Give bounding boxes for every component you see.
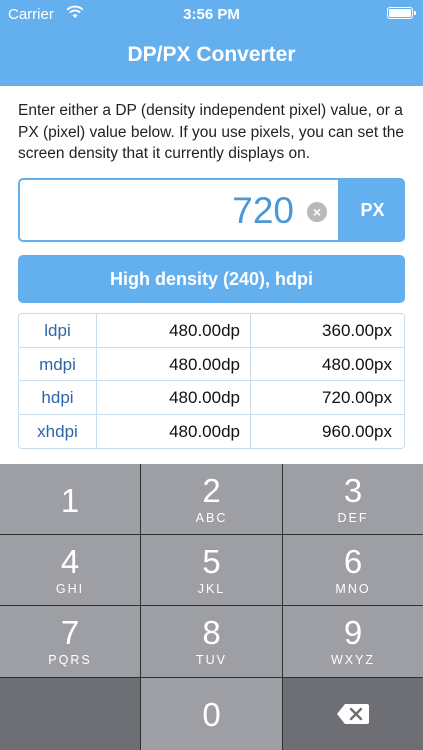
key-4[interactable]: 4 GHI: [0, 535, 140, 605]
row-px-value: 960.00px: [322, 421, 392, 441]
key-letters: JKL: [197, 582, 226, 596]
key-8[interactable]: 8 TUV: [141, 606, 282, 677]
key-digit: 4: [60, 543, 80, 580]
key-6[interactable]: 6 MNO: [283, 535, 423, 605]
row-density-name: mdpi: [19, 347, 97, 380]
key-2[interactable]: 2 ABC: [141, 464, 282, 534]
key-digit: 3: [343, 472, 363, 509]
conversion-table: ldpi 480.00dp 360.00px mdpi 480.00dp 480…: [18, 313, 405, 449]
key-blank: [0, 678, 140, 750]
nav-bar: Carrier 3:56 PM DP/PX Converter: [0, 0, 423, 86]
row-px-value: 480.00px: [322, 354, 392, 374]
key-digit: 2: [202, 472, 221, 509]
key-digit: 5: [202, 543, 221, 580]
row-density-name: hdpi: [19, 381, 97, 414]
key-letters: MNO: [335, 582, 371, 596]
value-input[interactable]: 720 ×: [18, 178, 340, 242]
status-time: 3:56 PM: [183, 6, 240, 23]
page-title: DP/PX Converter: [127, 43, 296, 66]
value-input-row: 720 × PX: [18, 178, 405, 242]
status-bar: Carrier 3:56 PM: [0, 0, 423, 28]
row-px-value: 360.00px: [322, 321, 392, 340]
key-digit: 1: [60, 482, 80, 519]
delete-key[interactable]: [283, 678, 423, 750]
numeric-keypad: 1 2 ABC 3 DEF 4 GHI 5 JKL 6 MNO 7 PQRS 8…: [0, 464, 423, 750]
key-letters: WXYZ: [330, 653, 376, 667]
key-letters: DEF: [337, 511, 369, 525]
key-9[interactable]: 9 WXYZ: [283, 606, 423, 677]
key-5[interactable]: 5 JKL: [141, 535, 282, 605]
row-dp-value: 480.00dp: [97, 314, 251, 347]
table-row: hdpi 480.00dp 720.00px: [19, 381, 404, 415]
instructions-text: Enter either a DP (density independent p…: [18, 102, 404, 162]
key-digit: 8: [202, 614, 221, 651]
row-dp-value: 480.00dp: [97, 381, 251, 414]
key-letters: GHI: [55, 582, 85, 596]
row-px-value: 720.00px: [322, 388, 392, 407]
key-digit: 9: [343, 614, 363, 651]
unit-toggle-button[interactable]: PX: [340, 178, 405, 242]
key-1[interactable]: 1: [0, 464, 140, 534]
key-letters: TUV: [196, 653, 227, 667]
battery-icon: [387, 7, 416, 19]
input-value: 720: [232, 190, 294, 231]
clear-icon[interactable]: ×: [307, 202, 327, 222]
row-dp-value: 480.00dp: [97, 347, 251, 380]
key-digit: 7: [60, 614, 80, 651]
key-letters: PQRS: [48, 653, 92, 667]
key-3[interactable]: 3 DEF: [283, 464, 423, 534]
row-density-name: xhdpi: [19, 414, 97, 448]
density-select-button[interactable]: High density (240), hdpi: [18, 255, 405, 303]
table-row: xhdpi 480.00dp 960.00px: [19, 414, 404, 448]
row-density-name: ldpi: [19, 314, 97, 347]
key-letters: ABC: [195, 511, 228, 525]
delete-icon: [337, 704, 369, 724]
key-digit: 0: [202, 696, 221, 733]
key-7[interactable]: 7 PQRS: [0, 606, 140, 677]
key-digit: 6: [343, 543, 363, 580]
table-row: ldpi 480.00dp 360.00px: [19, 314, 404, 348]
table-row: mdpi 480.00dp 480.00px: [19, 347, 404, 381]
row-dp-value: 480.00dp: [97, 414, 251, 448]
key-0[interactable]: 0: [141, 678, 282, 750]
